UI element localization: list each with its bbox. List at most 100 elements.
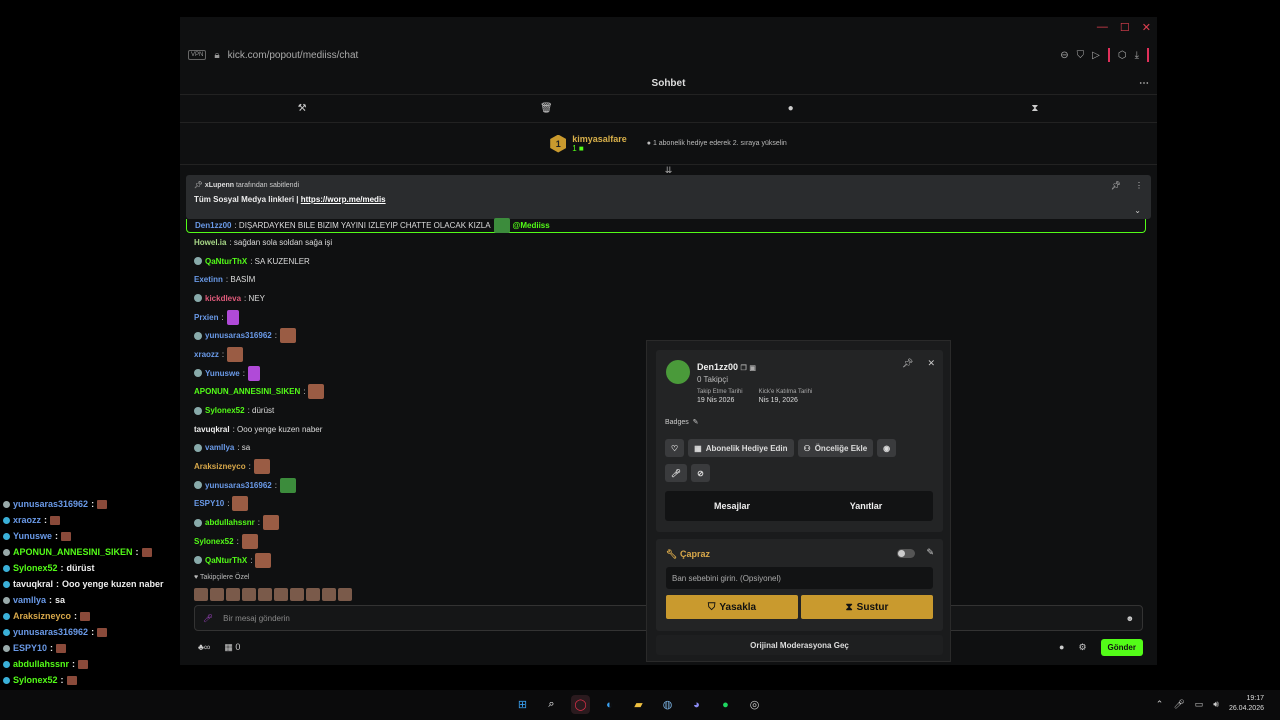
chat-username[interactable]: APONUN_ANNESINI_SIKEN	[194, 387, 300, 396]
eye-button[interactable]: ◉	[877, 439, 897, 457]
emote-item[interactable]	[338, 588, 352, 601]
spotify-icon[interactable]: ●	[716, 695, 735, 714]
chevron-down-icon[interactable]: ⌄	[1134, 206, 1141, 215]
tab-replies[interactable]: Yanıtlar	[799, 491, 933, 521]
emote-item[interactable]	[322, 588, 336, 601]
emote	[263, 515, 280, 531]
heart-button[interactable]: ♡	[665, 439, 685, 457]
shield-icon: ⛉	[707, 601, 716, 613]
search-icon[interactable]: ⌕	[542, 695, 561, 714]
chat-username[interactable]: Araksizneyco	[194, 462, 246, 471]
leader-name[interactable]: kimyasalfare	[572, 134, 627, 144]
close-card-icon[interactable]: ✕	[927, 358, 935, 369]
chevron-up-icon[interactable]: ⌃	[1156, 699, 1164, 710]
emote-item[interactable]	[210, 588, 224, 601]
ban-reason-input[interactable]: Ban sebebini girin. (Opsiyonel)	[666, 567, 933, 589]
collapse-icon[interactable]: ⇊	[180, 165, 1157, 175]
emote-item[interactable]	[306, 588, 320, 601]
chat-username[interactable]: Exetinn	[194, 275, 223, 284]
emote-item[interactable]	[194, 588, 208, 601]
mute-button[interactable]: ⧗ Sustur	[801, 595, 933, 619]
close-icon[interactable]: ✕	[1142, 21, 1151, 34]
mic-tray-icon[interactable]: 🎤︎	[1173, 699, 1184, 710]
minimize-icon[interactable]: —	[1097, 21, 1108, 33]
hourglass-icon[interactable]: ⧗	[913, 95, 1157, 122]
chat-username[interactable]: abdullahssnr	[205, 518, 255, 527]
network-icon[interactable]: ▭	[1195, 699, 1204, 710]
volume-icon[interactable]: 🔊︎	[1213, 699, 1219, 710]
block-button[interactable]: ⊘	[691, 464, 710, 482]
folder-icon[interactable]: ▰	[629, 695, 648, 714]
chat-username[interactable]: ESPY10	[194, 499, 224, 508]
follow-date-label: Takip Etme Tarihi	[697, 389, 743, 395]
zoom-icon[interactable]: ⊖	[1060, 50, 1068, 61]
pinned-by-user[interactable]: xLupenn	[205, 182, 234, 189]
chat-username[interactable]: yunusaras316962	[205, 481, 272, 490]
mic-icon[interactable]: 🎤︎	[203, 614, 213, 623]
pin-card-icon[interactable]: 📌︎	[902, 358, 913, 369]
chat-bubble-icon[interactable]: ●	[669, 95, 913, 122]
opera-icon[interactable]: ◯	[571, 695, 590, 714]
chat-username[interactable]: QaNturThX	[205, 257, 247, 266]
edit-icon[interactable]: ✎	[693, 419, 699, 426]
emote-item[interactable]	[242, 588, 256, 601]
chat-username[interactable]: QaNturThX	[205, 556, 247, 565]
emote-item[interactable]	[226, 588, 240, 601]
chat-username[interactable]: Yunuswe	[205, 369, 240, 378]
emote-item[interactable]	[274, 588, 288, 601]
edit-icon[interactable]: ✎	[926, 547, 934, 558]
emoji-icon[interactable]: ☻	[1126, 614, 1134, 623]
download-icon[interactable]: ⤓	[1135, 50, 1139, 61]
send-button[interactable]: Gönder	[1100, 638, 1143, 656]
chat-username[interactable]: Sylonex52	[194, 537, 234, 546]
shield-icon[interactable]: ⛉	[1077, 50, 1085, 61]
chat-username[interactable]: Den1zz00	[195, 221, 231, 230]
edge-icon[interactable]: ◐	[600, 695, 619, 714]
tab-messages[interactable]: Mesajlar	[665, 491, 799, 521]
overlay-username: abdullahssnr	[13, 659, 70, 669]
unpin-icon[interactable]: 📌︎	[1111, 181, 1121, 190]
original-moderation-button[interactable]: Orijinal Moderasyona Geç	[656, 635, 943, 655]
emote-item[interactable]	[290, 588, 304, 601]
steam-icon[interactable]: ◍	[658, 695, 677, 714]
chat-username[interactable]: Sylonex52	[205, 406, 245, 415]
maximize-icon[interactable]: ☐	[1120, 21, 1130, 34]
ban-button[interactable]: ⛉ Yasakla	[666, 595, 798, 619]
chat-bubble-icon[interactable]: ●	[1059, 642, 1064, 652]
gift-sub-button[interactable]: ▦ Abonelik Hediye Edin	[688, 439, 794, 457]
emote	[279, 477, 296, 493]
badge-icon	[3, 516, 10, 524]
extensions-icon[interactable]: ⬡	[1118, 50, 1127, 61]
trash-icon[interactable]: 🗑︎	[424, 95, 668, 122]
mod-toggle[interactable]	[897, 549, 915, 558]
copy-icon[interactable]: ❐	[741, 365, 747, 372]
play-icon[interactable]: ▷	[1092, 50, 1100, 61]
chat-username[interactable]: yunusaras316962	[205, 331, 272, 340]
hammer-icon[interactable]: ⚒	[180, 95, 424, 122]
more-options-icon[interactable]: ⋯	[1139, 78, 1149, 89]
chat-username[interactable]: xraozz	[194, 350, 219, 359]
chat-username[interactable]: kickdleva	[205, 294, 241, 303]
chat-username[interactable]: tavuqkral	[194, 425, 230, 434]
points-icon[interactable]: ♣∞	[198, 642, 210, 652]
lock-icon[interactable]: 🔒︎	[214, 50, 219, 61]
windows-start-icon[interactable]: ⊞	[513, 695, 532, 714]
mention[interactable]: @Mediiss	[513, 221, 550, 230]
gift-box-icon[interactable]: ▦ 0	[224, 642, 240, 653]
pinned-menu-icon[interactable]: ⋮	[1135, 181, 1143, 190]
emote-item[interactable]	[258, 588, 272, 601]
chat-username[interactable]: Howel.ia	[194, 238, 226, 247]
pinned-link[interactable]: https://worp.me/medis	[301, 195, 386, 204]
url-field[interactable]: kick.com/popout/mediiss/chat	[228, 50, 359, 61]
chat-username[interactable]: Prxien	[194, 313, 218, 322]
priority-button[interactable]: ⚇ Önceliğe Ekle	[797, 439, 874, 457]
profile-icon[interactable]: ▣	[749, 365, 756, 372]
emote	[50, 515, 61, 525]
chat-username[interactable]: vamllya	[205, 443, 234, 452]
discord-icon[interactable]: ◕	[687, 695, 706, 714]
settings-icon[interactable]: ⚙	[1078, 642, 1086, 653]
app-icon[interactable]: ◎	[745, 695, 764, 714]
mic-button[interactable]: 🎤︎	[665, 464, 688, 482]
vpn-badge[interactable]: VPN	[188, 50, 207, 60]
clock[interactable]: 19:17 26.04.2026	[1229, 694, 1264, 714]
